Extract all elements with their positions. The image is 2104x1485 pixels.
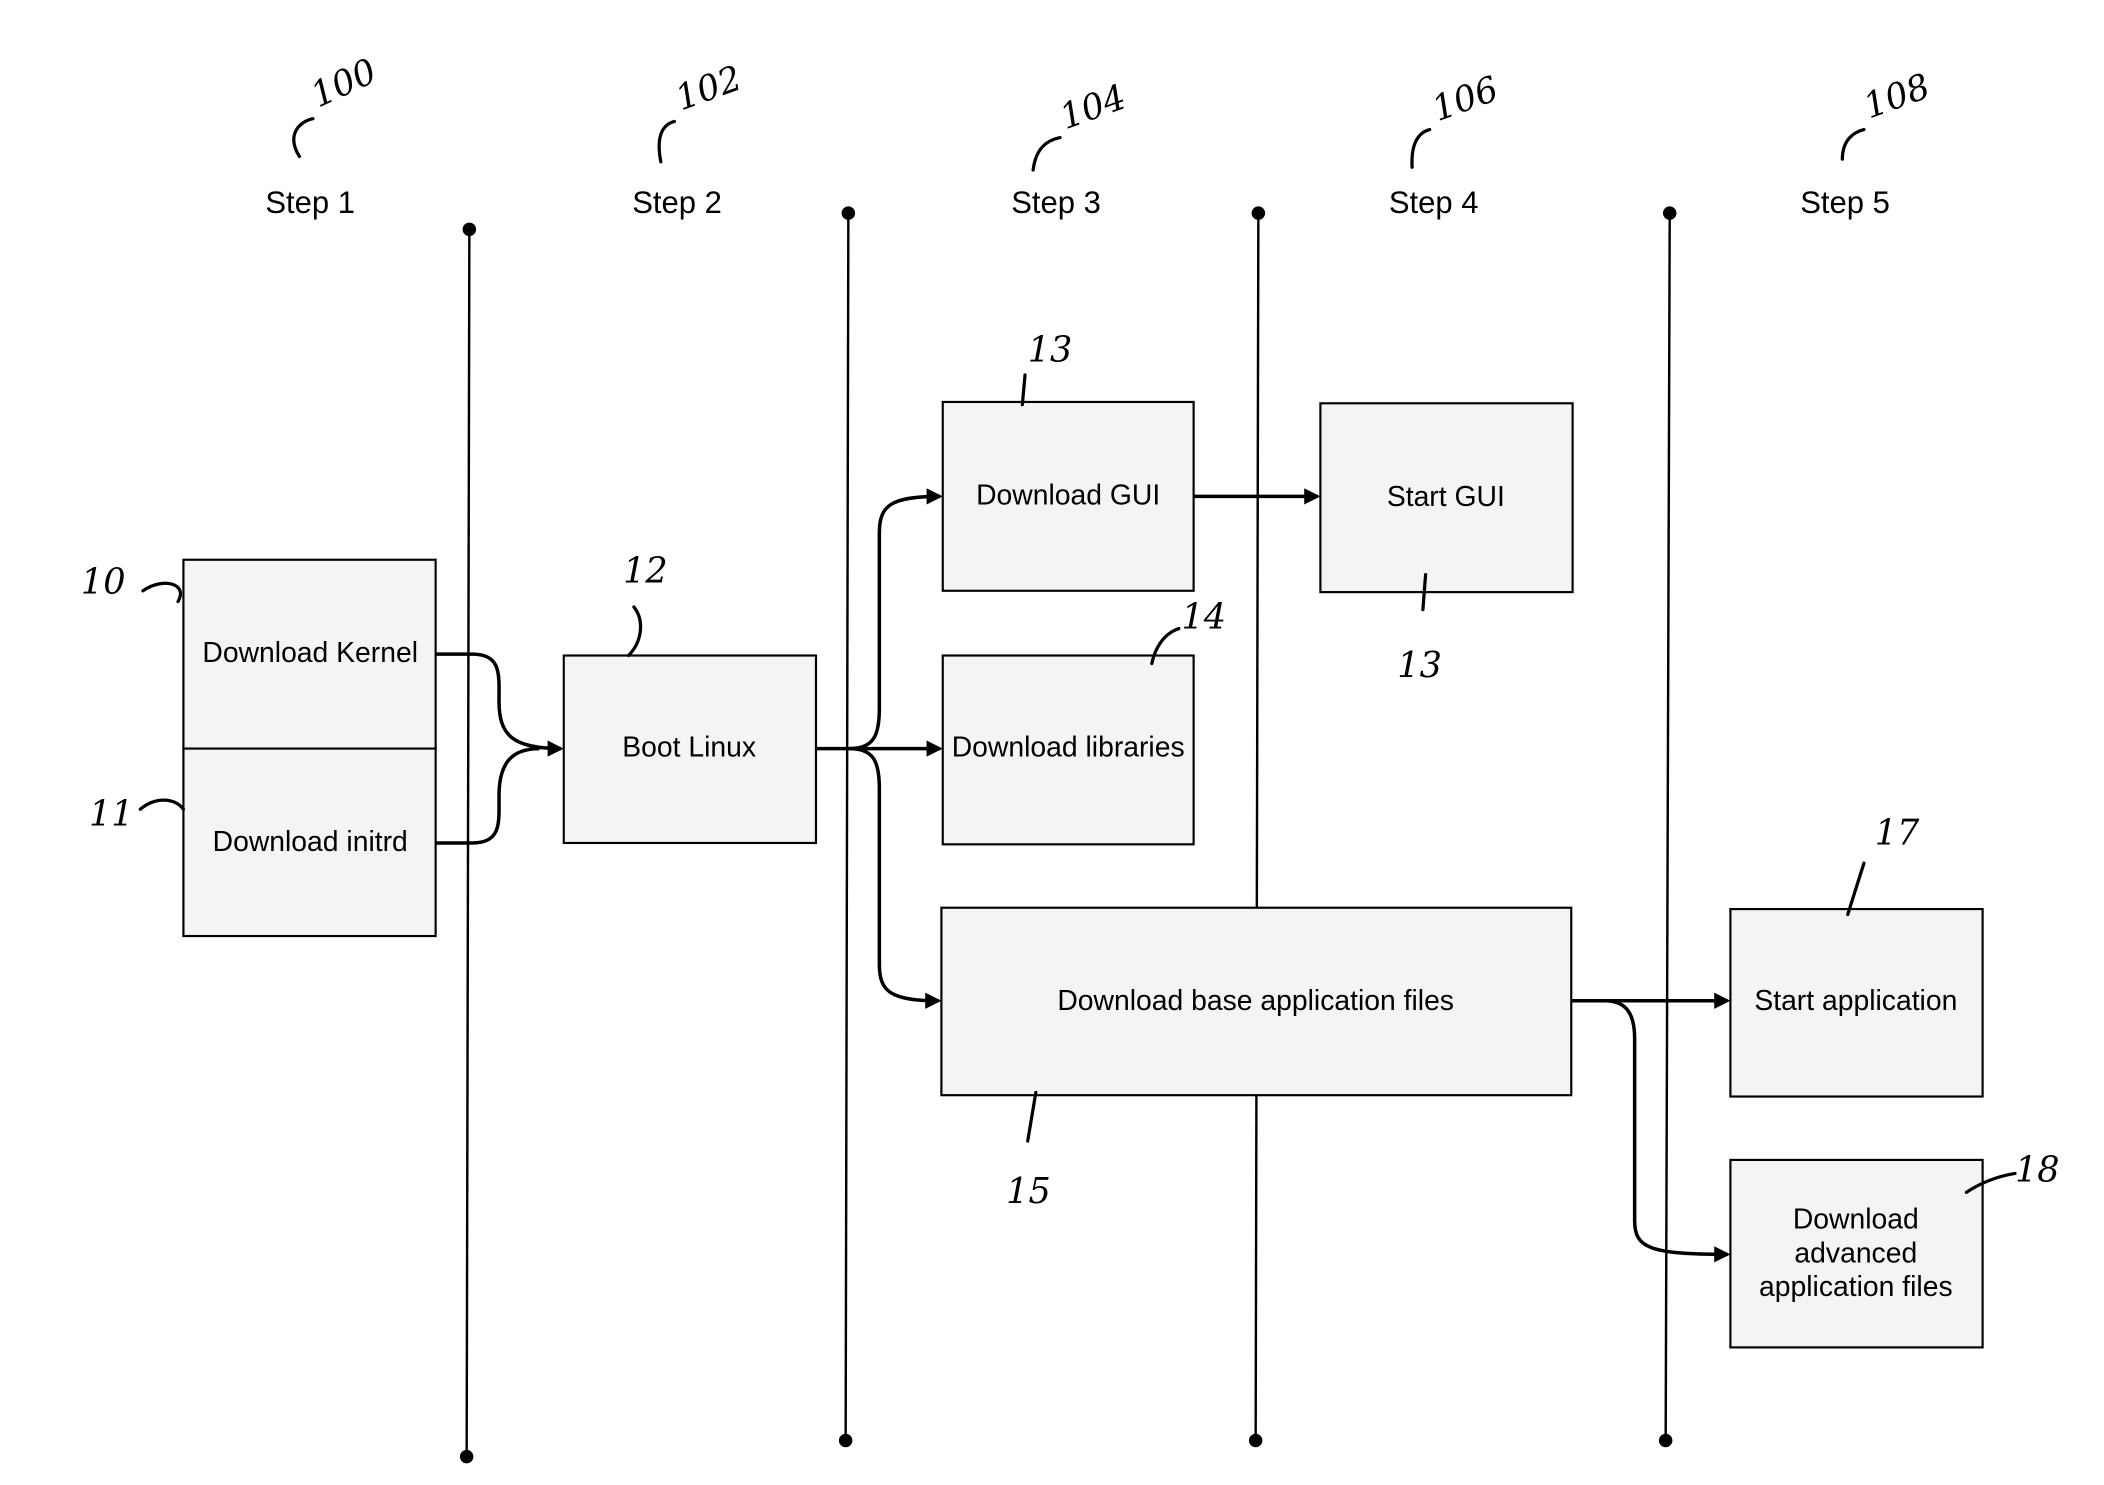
svg-text:Download GUI: Download GUI bbox=[976, 479, 1160, 511]
svg-text:Start GUI: Start GUI bbox=[1387, 481, 1505, 513]
svg-text:15: 15 bbox=[1006, 1171, 1051, 1212]
step-ref-104: 104 bbox=[1031, 77, 1132, 172]
svg-text:11: 11 bbox=[89, 793, 134, 834]
svg-text:Download: Download bbox=[1793, 1204, 1919, 1236]
start-gui-box: Start GUI bbox=[1319, 402, 1574, 594]
step-ref-108: 108 bbox=[1840, 66, 1935, 161]
svg-text:application files: application files bbox=[1759, 1271, 1953, 1303]
svg-text:Start application: Start application bbox=[1754, 985, 1957, 1017]
step-separator-4 bbox=[1658, 206, 1677, 1448]
download-libraries-box: Download libraries bbox=[941, 654, 1195, 846]
boot-to-gui-arrow bbox=[849, 488, 943, 751]
step-separator-2 bbox=[838, 206, 856, 1448]
step-3-label: Step 3 bbox=[1011, 185, 1101, 220]
svg-text:advanced: advanced bbox=[1794, 1237, 1917, 1269]
ref-11: 11 bbox=[89, 793, 186, 834]
download-base-application-files-box: Download base application files bbox=[940, 906, 1573, 1097]
svg-text:106: 106 bbox=[1427, 68, 1504, 129]
download-gui-box: Download GUI bbox=[941, 400, 1195, 592]
start-application-box: Start application bbox=[1729, 907, 1984, 1098]
ref-15: 15 bbox=[1006, 1090, 1051, 1212]
svg-text:18: 18 bbox=[2015, 1150, 2060, 1191]
svg-text:17: 17 bbox=[1875, 812, 1920, 853]
svg-text:14: 14 bbox=[1181, 597, 1226, 638]
download-advanced-application-files-box: Download advanced application files bbox=[1729, 1158, 1984, 1349]
svg-text:108: 108 bbox=[1858, 66, 1935, 127]
svg-text:12: 12 bbox=[623, 551, 668, 592]
svg-text:102: 102 bbox=[670, 58, 747, 119]
step-4-label: Step 4 bbox=[1389, 185, 1479, 220]
step-ref-106: 106 bbox=[1410, 68, 1504, 169]
svg-text:10: 10 bbox=[81, 561, 126, 602]
svg-text:Download initrd: Download initrd bbox=[213, 826, 408, 858]
step-separator-3 bbox=[1248, 206, 1266, 1448]
svg-text:Download libraries: Download libraries bbox=[952, 732, 1185, 764]
kernel-to-boot-arrow bbox=[435, 652, 564, 757]
ref-10: 10 bbox=[81, 561, 182, 604]
svg-text:Boot Linux: Boot Linux bbox=[622, 732, 756, 764]
svg-text:13: 13 bbox=[1028, 329, 1073, 370]
boot-sequence-diagram: Step 1 Step 2 Step 3 Step 4 Step 5 100 1… bbox=[81, 51, 2060, 1464]
download-kernel-box: Download Kernel bbox=[182, 558, 437, 750]
download-initrd-box: Download initrd bbox=[182, 747, 437, 938]
ref-14: 14 bbox=[1150, 597, 1226, 666]
step-ref-102: 102 bbox=[657, 58, 747, 164]
svg-text:13: 13 bbox=[1397, 645, 1442, 686]
initrd-to-boot-arrow bbox=[435, 746, 540, 845]
ref-12: 12 bbox=[623, 551, 668, 658]
boot-to-base-app-arrow bbox=[849, 746, 942, 1009]
ref-13-gui: 13 bbox=[1020, 329, 1073, 407]
svg-text:104: 104 bbox=[1055, 77, 1132, 138]
step-1-label: Step 1 bbox=[265, 185, 355, 220]
boot-linux-box: Boot Linux bbox=[562, 654, 818, 845]
step-5-label: Step 5 bbox=[1800, 185, 1890, 220]
step-2-label: Step 2 bbox=[632, 185, 722, 220]
svg-text:Download base application file: Download base application files bbox=[1057, 985, 1454, 1017]
ref-17: 17 bbox=[1846, 812, 1920, 917]
step-ref-100: 100 bbox=[292, 51, 383, 159]
svg-text:Download Kernel: Download Kernel bbox=[202, 637, 418, 669]
svg-text:100: 100 bbox=[305, 51, 383, 116]
